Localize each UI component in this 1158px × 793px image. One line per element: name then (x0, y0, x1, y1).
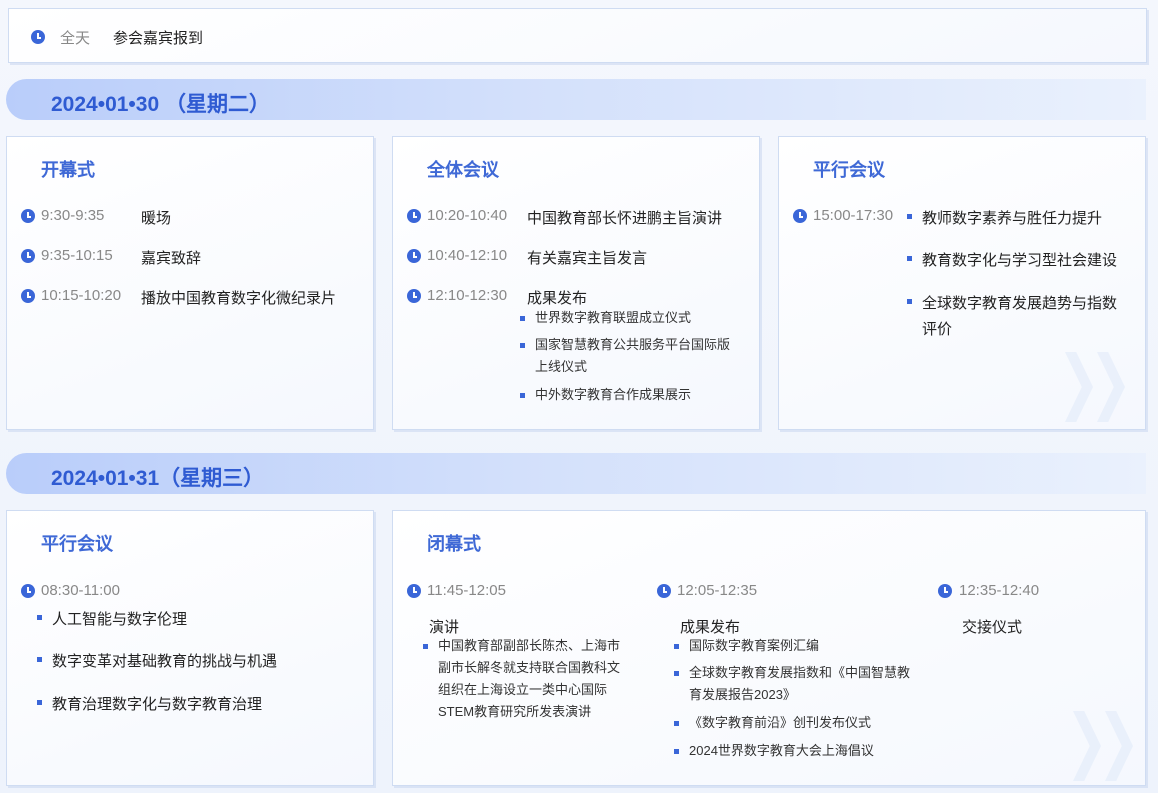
opening-time-2: 9:35-10:15 (41, 247, 113, 264)
chevron-decoration-icon (1065, 352, 1093, 422)
plenary-sub-1: 世界数字教育联盟成立仪式 (535, 310, 692, 325)
closing-col2-time: 12:05-12:35 (677, 582, 758, 599)
closing-title: 闭幕式 (427, 534, 481, 554)
bullet-icon (907, 256, 912, 261)
parallel2-card: 平行会议 08:30-11:00 人工智能与数字伦理 数字变革对基础教育的挑战与… (6, 510, 374, 786)
bullet-icon (520, 393, 525, 398)
top-row: 全天 参会嘉宾报到 (8, 8, 1147, 63)
day1-band: 2024•01•30 （星期二） (6, 79, 1146, 120)
parallel2-topic-3: 教育治理数字化与数字教育治理 (52, 696, 263, 713)
bullet-icon (520, 316, 525, 321)
bullet-icon (520, 343, 525, 348)
closing-col2-item-1: 国际数字教育案例汇编 (689, 638, 820, 653)
opening-title: 开幕式 (41, 160, 95, 180)
clock-icon (938, 584, 952, 598)
plenary-title: 全体会议 (427, 160, 499, 180)
day2-band: 2024•01•31（星期三） (6, 453, 1146, 494)
plenary-text-3: 成果发布 (527, 290, 588, 307)
parallel1-topic-1: 教师数字素养与胜任力提升 (922, 210, 1103, 227)
bullet-icon (674, 671, 679, 676)
opening-text-1: 暖场 (141, 210, 172, 227)
closing-col3-heading: 交接仪式 (962, 619, 1023, 636)
chevron-decoration-icon (1097, 352, 1125, 422)
opening-text-2: 嘉宾致辞 (141, 250, 202, 267)
bullet-icon (674, 721, 679, 726)
clock-icon (21, 209, 35, 223)
closing-col3-time: 12:35-12:40 (959, 582, 1040, 599)
bullet-icon (423, 644, 428, 649)
closing-col2-heading: 成果发布 (680, 619, 741, 636)
clock-icon (21, 584, 35, 598)
plenary-time-3: 12:10-12:30 (427, 287, 508, 304)
parallel1-topic-3: 全球数字教育发展趋势与指数评价 (922, 295, 1118, 338)
clock-icon (407, 209, 421, 223)
bullet-icon (674, 749, 679, 754)
parallel2-topic-1: 人工智能与数字伦理 (52, 611, 188, 628)
chevron-decoration-icon (1073, 711, 1101, 781)
closing-card: 闭幕式 11:45-12:05 演讲 中国教育部副部长陈杰、上海市副市长解冬就支… (392, 510, 1146, 786)
plenary-text-2: 有关嘉宾主旨发言 (527, 250, 648, 267)
opening-card: 开幕式 9:30-9:35 暖场 9:35-10:15 嘉宾致辞 10:15-1… (6, 136, 374, 430)
plenary-sub-2: 国家智慧教育公共服务平台国际版上线仪式 (535, 337, 731, 374)
clock-icon (21, 289, 35, 303)
bullet-icon (37, 657, 42, 662)
closing-col1-heading: 演讲 (429, 619, 460, 636)
parallel2-time: 08:30-11:00 (41, 582, 120, 599)
clock-icon (407, 249, 421, 263)
bullet-icon (37, 700, 42, 705)
day2-date: 2024•01•31（星期三） (51, 467, 265, 490)
plenary-time-2: 10:40-12:10 (427, 247, 508, 264)
bullet-icon (907, 299, 912, 304)
opening-text-3: 播放中国教育数字化微纪录片 (141, 290, 337, 307)
parallel1-title: 平行会议 (813, 160, 885, 180)
bullet-icon (37, 615, 42, 620)
top-text: 参会嘉宾报到 (113, 30, 204, 47)
clock-icon (793, 209, 807, 223)
parallel1-time: 15:00-17:30 (813, 207, 894, 224)
clock-icon (21, 249, 35, 263)
bullet-icon (674, 644, 679, 649)
parallel2-title: 平行会议 (41, 534, 113, 554)
clock-icon (407, 584, 421, 598)
plenary-time-1: 10:20-10:40 (427, 207, 508, 224)
closing-col1-time: 11:45-12:05 (427, 582, 506, 599)
opening-time-1: 9:30-9:35 (41, 207, 105, 224)
parallel1-topic-2: 教育数字化与学习型社会建设 (922, 252, 1118, 269)
top-time: 全天 (60, 30, 91, 47)
plenary-text-1: 中国教育部长怀进鹏主旨演讲 (527, 210, 723, 227)
chevron-decoration-icon (1105, 711, 1133, 781)
parallel1-card: 平行会议 15:00-17:30 教师数字素养与胜任力提升 教育数字化与学习型社… (778, 136, 1146, 430)
plenary-card: 全体会议 10:20-10:40 中国教育部长怀进鹏主旨演讲 10:40-12:… (392, 136, 760, 430)
clock-icon (657, 584, 671, 598)
closing-col1-item-1: 中国教育部副部长陈杰、上海市副市长解冬就支持联合国教科文组织在上海设立一类中心国… (438, 638, 621, 719)
bullet-icon (907, 214, 912, 219)
day1-date: 2024•01•30 （星期二） (51, 93, 270, 116)
clock-icon (407, 289, 421, 303)
opening-time-3: 10:15-10:20 (41, 287, 122, 304)
closing-col2-item-4: 2024世界数字教育大会上海倡议 (689, 743, 874, 758)
parallel2-topic-2: 数字变革对基础教育的挑战与机遇 (52, 653, 278, 670)
closing-col2-item-2: 全球数字教育发展指数和《中国智慧教育发展报告2023》 (689, 665, 911, 702)
clock-icon (31, 30, 45, 44)
plenary-sub-3: 中外数字教育合作成果展示 (535, 387, 692, 402)
closing-col2-item-3: 《数字教育前沿》创刊发布仪式 (689, 715, 872, 730)
